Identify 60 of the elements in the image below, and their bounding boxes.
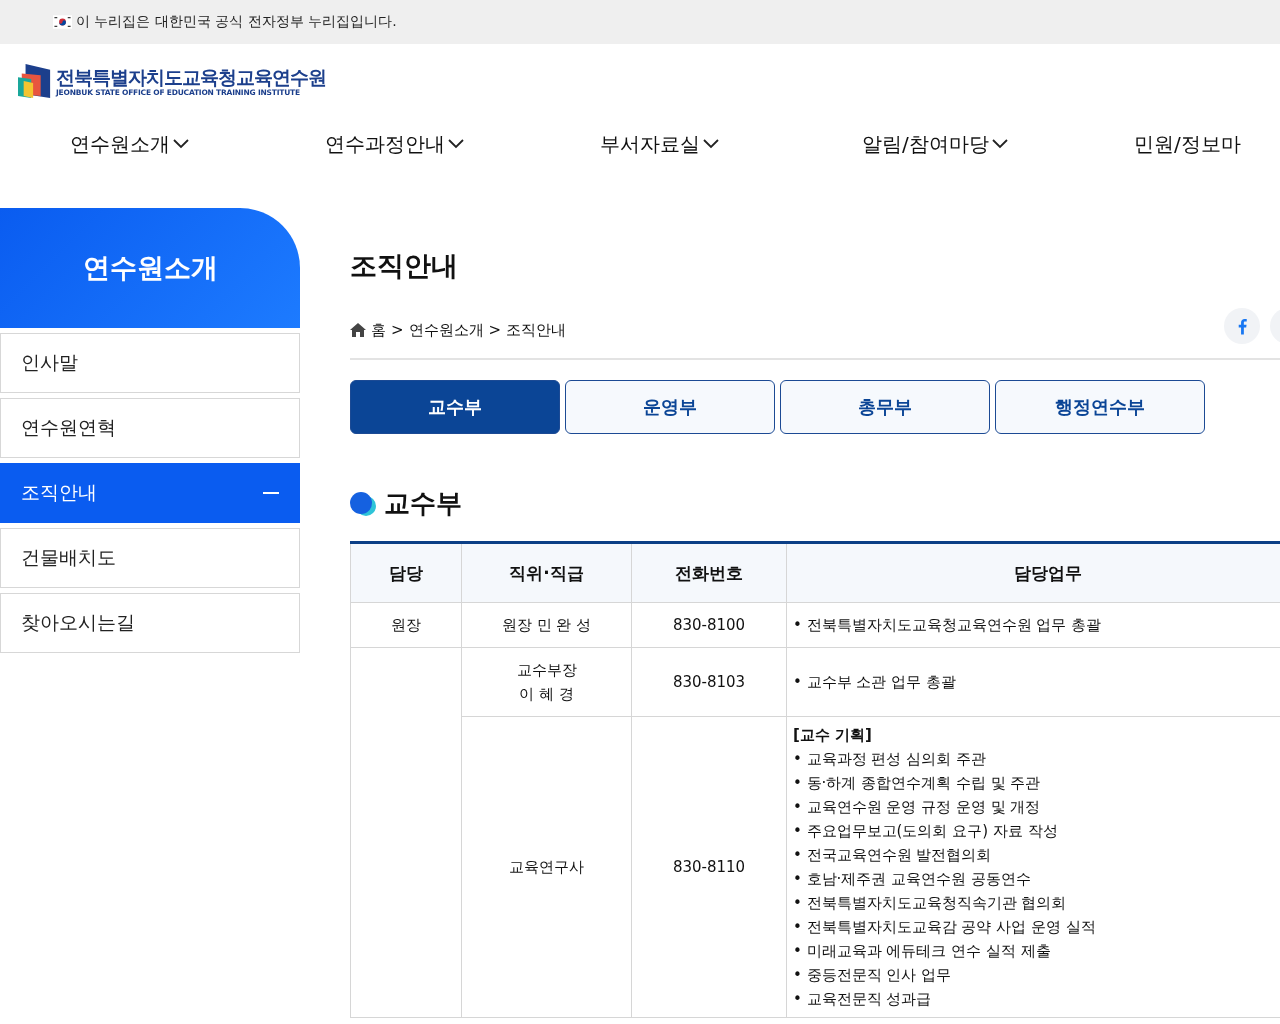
breadcrumb-separator: > <box>391 321 404 339</box>
duty-item: • 전북특별자치도교육청직속기관 협의회 <box>793 893 1068 914</box>
caret-icon <box>173 139 189 149</box>
duty-item: • 전북특별자치도교육청교육연수원 업무 총괄 <box>793 615 1103 636</box>
logo-title[interactable]: 전북특별자치도교육청교육연수원 <box>56 65 326 88</box>
minus-icon <box>263 492 279 494</box>
home-icon <box>350 323 366 337</box>
duty-item: • 호남·제주권 교육연수원 공동연수 <box>793 869 1032 890</box>
breadcrumb-link[interactable]: 연수원소개 <box>408 320 484 340</box>
duty-item: • 교육연수원 운영 규정 운영 및 개정 <box>793 797 1042 818</box>
government-notice: 이 누리집은 대한민국 공식 전자정부 누리집입니다. <box>76 13 397 31</box>
nav-menu-item[interactable]: 알림/참여마당 <box>862 130 1134 158</box>
table-cell: 원장 <box>350 602 462 648</box>
duty-item: • 주요업무보고(도의회 요구) 자료 작성 <box>793 821 1059 842</box>
sidebar-title: 연수원소개 <box>82 251 218 285</box>
department-tab[interactable]: 교수부 <box>350 380 560 434</box>
table-cell: 830-8100 <box>631 602 787 648</box>
dot-icon <box>350 491 378 516</box>
nav-menu-item[interactable]: 민원/정보마 <box>1134 130 1241 158</box>
nav-menu-item[interactable]: 연수과정안내 <box>325 130 600 158</box>
duty-item: • 전북특별자치도교육감 공약 사업 운영 실적 <box>793 917 1097 938</box>
duty-item: • 미래교육과 에듀테크 연수 실적 제출 <box>793 941 1052 962</box>
department-tab[interactable]: 운영부 <box>565 380 775 434</box>
table-cell: 교육연구사 <box>461 716 632 1018</box>
duty-item: • 중등전문직 인사 업무 <box>793 965 953 986</box>
duty-item: • 교육전문직 성과급 <box>793 989 933 1010</box>
table-cell: 원장 민 완 성 <box>461 602 632 648</box>
facebook-share-button[interactable] <box>1224 308 1260 344</box>
nav-menu-item[interactable]: 부서자료실 <box>600 130 862 158</box>
table-cell: 830-8103 <box>631 647 787 717</box>
breadcrumb-link[interactable]: 홈 <box>371 320 386 340</box>
column-header: 직위·직급 <box>461 542 632 603</box>
facebook-icon <box>1237 317 1247 335</box>
duty-item: • 교수부 소관 업무 총괄 <box>793 672 957 693</box>
breadcrumb-link[interactable]: 조직안내 <box>506 320 567 340</box>
breadcrumb-separator: > <box>488 321 502 339</box>
caret-icon <box>703 139 719 149</box>
sidebar-item[interactable]: 조직안내 <box>0 463 300 523</box>
sidebar-item[interactable]: 연수원연혁 <box>0 398 300 458</box>
duty-item: • 동·하계 종합연수계획 수립 및 주관 <box>793 773 1042 794</box>
logo-icon[interactable] <box>18 61 52 101</box>
caret-icon <box>448 139 464 149</box>
department-tab[interactable]: 행정연수부 <box>995 380 1205 434</box>
sidebar-item[interactable]: 찾아오시는길 <box>0 593 300 653</box>
sidebar-item[interactable]: 건물배치도 <box>0 528 300 588</box>
caret-icon <box>991 139 1008 149</box>
table-cell: 830-8110 <box>631 716 787 1018</box>
duty-item: • 전국교육연수원 발전협의회 <box>793 845 993 866</box>
duty-heading: [교수 기획] <box>793 725 873 746</box>
table-cell: 교수부장 이 혜 경 <box>461 647 632 717</box>
column-header: 담당 <box>350 542 462 603</box>
column-header: 담당업무 <box>786 542 1280 603</box>
flag-icon <box>53 15 72 29</box>
section-title: 교수부 <box>384 487 462 520</box>
sidebar-item[interactable]: 인사말 <box>0 333 300 393</box>
page-title: 조직안내 <box>350 249 459 283</box>
nav-menu-item[interactable]: 연수원소개 <box>70 130 325 158</box>
duty-item: • 교육과정 편성 심의회 주관 <box>793 749 987 770</box>
department-tab[interactable]: 총무부 <box>780 380 990 434</box>
column-header: 전화번호 <box>631 542 787 603</box>
